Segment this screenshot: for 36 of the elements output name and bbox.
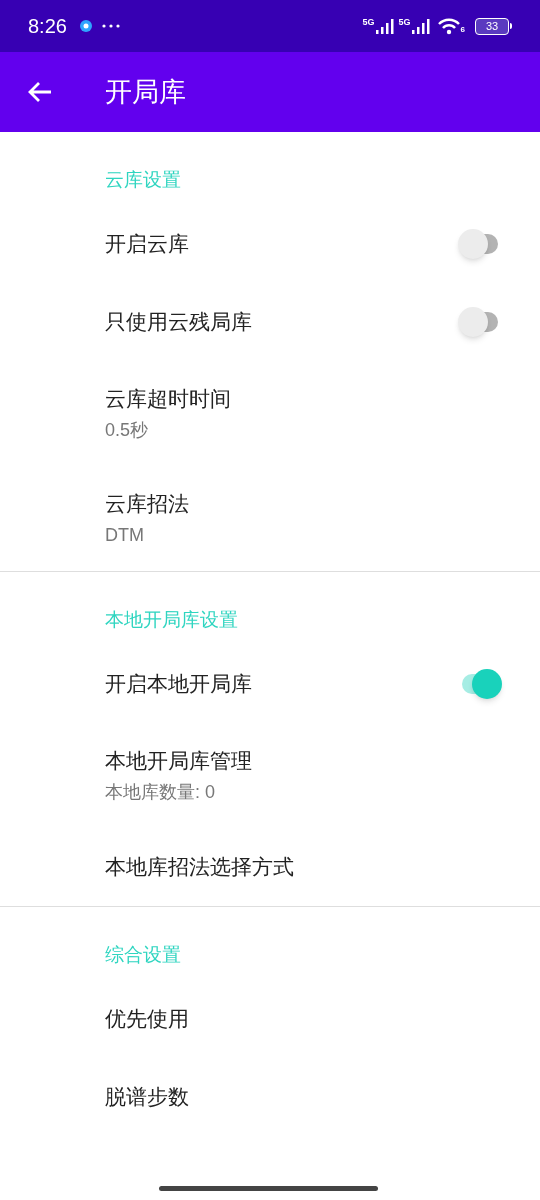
- section-header: 云库设置: [105, 169, 181, 190]
- preference-item[interactable]: 开启云库: [0, 205, 540, 283]
- network-type: 5G: [398, 18, 411, 27]
- preference-item[interactable]: 只使用云残局库: [0, 283, 540, 361]
- preference-summary: 本地库数量: 0: [105, 780, 216, 804]
- preference-item[interactable]: 优先使用: [0, 980, 540, 1058]
- preference-title: 本地开局库管理: [105, 748, 253, 775]
- preference-title: 脱谱步数: [105, 1084, 190, 1111]
- preference-title: 云库超时时间: [105, 386, 232, 413]
- screen-title: 开局库: [105, 75, 186, 109]
- preference-item[interactable]: 云库超时时间 0.5秒: [0, 361, 540, 466]
- back-arrow-icon: [27, 80, 53, 104]
- battery-icon: 33: [475, 17, 512, 35]
- preference-title: 优先使用: [105, 1006, 190, 1033]
- preference-title: 开启本地开局库: [105, 671, 253, 698]
- preference-item[interactable]: 脱谱步数: [0, 1058, 540, 1136]
- signal-icon: [374, 18, 395, 34]
- clock: 8:26: [28, 14, 67, 39]
- preference-item[interactable]: 开启本地开局库: [0, 645, 540, 723]
- signal-icon: [410, 18, 431, 34]
- preference-title: 云库招法: [105, 491, 190, 518]
- preference-item[interactable]: 本地开局库管理 本地库数量: 0: [0, 723, 540, 828]
- more-icon: [101, 24, 120, 28]
- wifi-standard-label: 6: [460, 24, 465, 36]
- wifi-icon: [436, 17, 461, 35]
- preference-summary: 0.5秒: [105, 418, 150, 442]
- preference-title: 本地库招法选择方式: [105, 854, 295, 881]
- network-type: 5G: [362, 18, 375, 27]
- section-header: 本地开局库设置: [105, 609, 238, 630]
- preference-item[interactable]: 本地库招法选择方式: [0, 828, 540, 906]
- preference-summary: DTM: [105, 523, 145, 547]
- app-notification-icon: [79, 20, 92, 32]
- preference-title: 开启云库: [105, 231, 190, 258]
- preference-item[interactable]: 云库招法 DTM: [0, 466, 540, 571]
- preference-title: 只使用云残局库: [105, 309, 253, 336]
- section-header: 综合设置: [105, 944, 181, 965]
